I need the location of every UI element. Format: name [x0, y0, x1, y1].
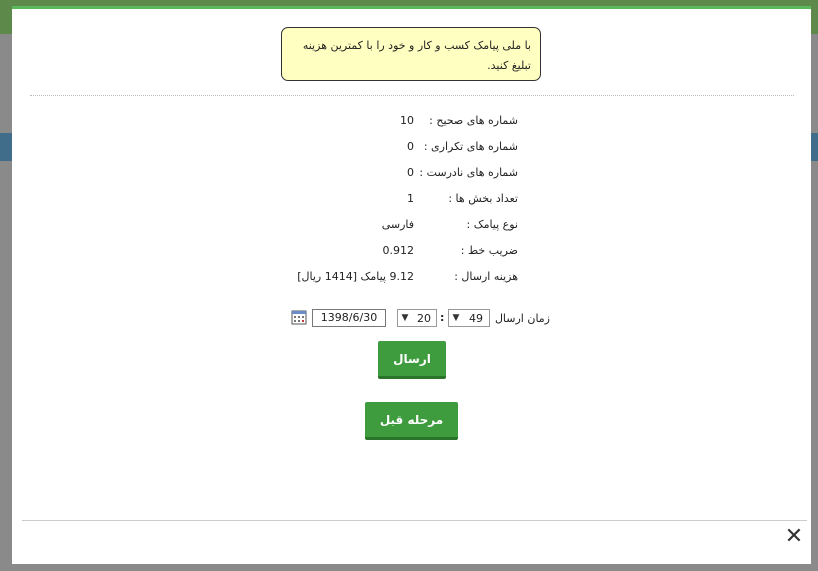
promo-message-text: با ملی پیامک کسب و کار و خود را با کمتری…: [302, 39, 531, 72]
dotted-divider: [30, 95, 794, 96]
hour-select[interactable]: ▼ 20: [397, 309, 437, 327]
send-button[interactable]: ارسال: [378, 341, 446, 379]
summary-value: 0.912: [382, 244, 415, 257]
confirm-send-modal: با ملی پیامک کسب و کار و خود را با کمتری…: [12, 6, 811, 564]
minute-select[interactable]: ▼ 49: [448, 309, 490, 327]
promo-message-box: با ملی پیامک کسب و کار و خود را با کمتری…: [281, 27, 541, 81]
close-icon[interactable]: ✕: [783, 526, 805, 548]
summary-value: 0: [407, 166, 414, 179]
chevron-down-icon: ▼: [401, 313, 409, 323]
summary-row-invalid-numbers: شماره های نادرست : 0: [12, 166, 811, 182]
summary-row-sms-type: نوع پیامک : فارسی: [12, 218, 811, 234]
time-separator: :: [440, 311, 445, 324]
hour-value: 20: [417, 311, 431, 325]
summary-row-send-cost: هزینه ارسال : 9.12 پیامک [1414 ریال]: [12, 270, 811, 286]
send-time-row: زمان ارسال ▼ 49 : ▼ 20 1398/6/30: [12, 309, 811, 331]
summary-row-duplicate-numbers: شماره های تکراری : 0: [12, 140, 811, 156]
summary-row-line-factor: ضریب خط : 0.912: [12, 244, 811, 260]
summary-value: 1: [407, 192, 414, 205]
summary-row-parts-count: تعداد بخش ها : 1: [12, 192, 811, 208]
calendar-icon[interactable]: [291, 309, 307, 325]
summary-value: 9.12 پیامک [1414 ریال]: [297, 270, 414, 283]
chevron-down-icon: ▼: [452, 313, 460, 323]
minute-value: 49: [469, 311, 483, 325]
previous-step-button[interactable]: مرحله قبل: [365, 402, 458, 440]
footer-divider: [22, 520, 807, 521]
send-date-input[interactable]: 1398/6/30: [312, 309, 386, 327]
summary-value: فارسی: [381, 218, 414, 231]
summary-value: 0: [407, 140, 414, 153]
send-time-label: زمان ارسال: [494, 312, 550, 325]
summary-value: 10: [400, 114, 414, 127]
summary-row-valid-numbers: شماره های صحیح : 10: [12, 114, 811, 130]
